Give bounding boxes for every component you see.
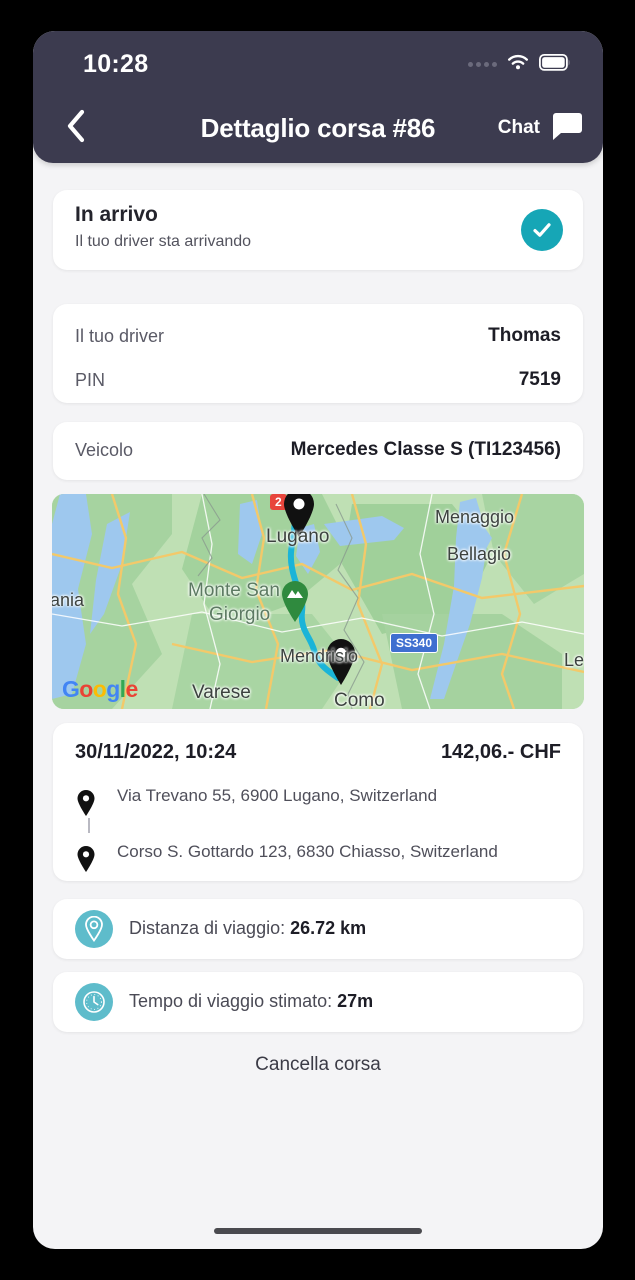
trip-summary-card: 30/11/2022, 10:24 142,06.- CHF Via Treva… — [53, 723, 583, 881]
distance-value: 26.72 km — [290, 918, 367, 938]
ride-status-title: In arrivo — [75, 203, 158, 226]
map-label-giorgio: Giorgio — [209, 604, 271, 625]
chat-button-label: Chat — [497, 117, 540, 138]
driver-pin-label: PIN — [75, 370, 106, 390]
driver-pin-row: PIN 7519 — [53, 358, 583, 404]
map-label-monte-san: Monte San — [188, 580, 280, 601]
map-label-como: Como — [334, 690, 385, 709]
dropoff-address-text: Corso S. Gottardo 123, 6830 Chiasso, Swi… — [117, 842, 498, 861]
duration-value: 27m — [337, 991, 374, 1011]
driver-name-value: Thomas — [488, 325, 561, 346]
google-logo-letter: g — [106, 676, 120, 702]
distance-text: Distanza di viaggio: 26.72 km — [129, 918, 366, 939]
vehicle-info-card: Veicolo Mercedes Classe S (TI123456) — [53, 422, 583, 480]
status-bar-clock: 10:28 — [83, 50, 149, 78]
duration-label: Tempo di viaggio stimato: — [129, 991, 338, 1011]
wifi-icon — [506, 53, 530, 76]
vehicle-value: Mercedes Classe S (TI123456) — [290, 439, 561, 460]
clock-icon — [75, 983, 113, 1021]
google-logo-letter: e — [125, 676, 138, 702]
check-circle-icon — [521, 209, 563, 251]
driver-pin-value: 7519 — [518, 369, 561, 390]
phone-screen: 10:28 Dettaglio corsa #86 Chat In arrivo… — [33, 31, 603, 1249]
driver-name-row: Il tuo driver Thomas — [53, 314, 583, 360]
distance-pin-icon — [75, 910, 113, 948]
signal-dots-icon — [468, 62, 497, 67]
chat-bubble-icon — [549, 110, 583, 147]
map-label-varese: Varese — [192, 682, 251, 703]
google-logo-letter: o — [92, 676, 107, 702]
distance-row: Distanza di viaggio: 26.72 km — [53, 899, 583, 959]
map-label-lecco: Le — [564, 650, 584, 670]
trip-datetime: 30/11/2022, 10:24 — [75, 741, 237, 763]
trip-price: 142,06.- CHF — [440, 741, 561, 763]
dropoff-address-row: Corso S. Gottardo 123, 6830 Chiasso, Swi… — [75, 842, 565, 878]
location-pin-icon — [75, 790, 97, 821]
status-bar-indicators — [468, 53, 571, 76]
nav-bar: Dettaglio corsa #86 Chat — [33, 93, 603, 163]
map-poi-marker[interactable] — [278, 579, 312, 623]
pickup-address-row: Via Trevano 55, 6900 Lugano, Switzerland — [75, 786, 565, 822]
location-pin-icon — [75, 846, 97, 877]
home-indicator[interactable] — [214, 1228, 422, 1234]
google-logo-letter: o — [79, 676, 93, 702]
status-bar: 10:28 — [33, 31, 603, 93]
driver-name-label: Il tuo driver — [75, 326, 165, 346]
driver-info-card: Il tuo driver Thomas PIN 7519 — [53, 304, 583, 403]
route-map[interactable]: 2 SS340 Lugano Menaggio Bellagio Monte S… — [52, 494, 584, 709]
duration-text: Tempo di viaggio stimato: 27m — [129, 991, 373, 1012]
ride-status-card: In arrivo Il tuo driver sta arrivando — [53, 190, 583, 270]
cancel-ride-button[interactable]: Cancella corsa — [33, 1054, 603, 1076]
google-logo: Google — [62, 676, 138, 703]
map-label-verbania: ania — [52, 590, 85, 610]
ride-status-subtitle: Il tuo driver sta arrivando — [75, 233, 252, 250]
chat-button[interactable]: Chat — [498, 105, 583, 151]
map-road-badge: SS340 — [390, 633, 439, 653]
pickup-address-text: Via Trevano 55, 6900 Lugano, Switzerland — [117, 786, 438, 805]
app-header: 10:28 Dettaglio corsa #86 Chat — [33, 31, 603, 163]
vehicle-label: Veicolo — [75, 440, 134, 460]
map-label-mendrisio: Mendrisio — [280, 646, 359, 666]
map-label-bellagio: Bellagio — [447, 544, 512, 564]
map-label-lugano: Lugano — [266, 526, 330, 547]
distance-label: Distanza di viaggio: — [129, 918, 291, 938]
duration-row: Tempo di viaggio stimato: 27m — [53, 972, 583, 1032]
google-logo-letter: G — [62, 676, 80, 702]
battery-icon — [538, 53, 571, 76]
address-connector — [88, 818, 90, 833]
map-label-menaggio: Menaggio — [435, 507, 515, 527]
